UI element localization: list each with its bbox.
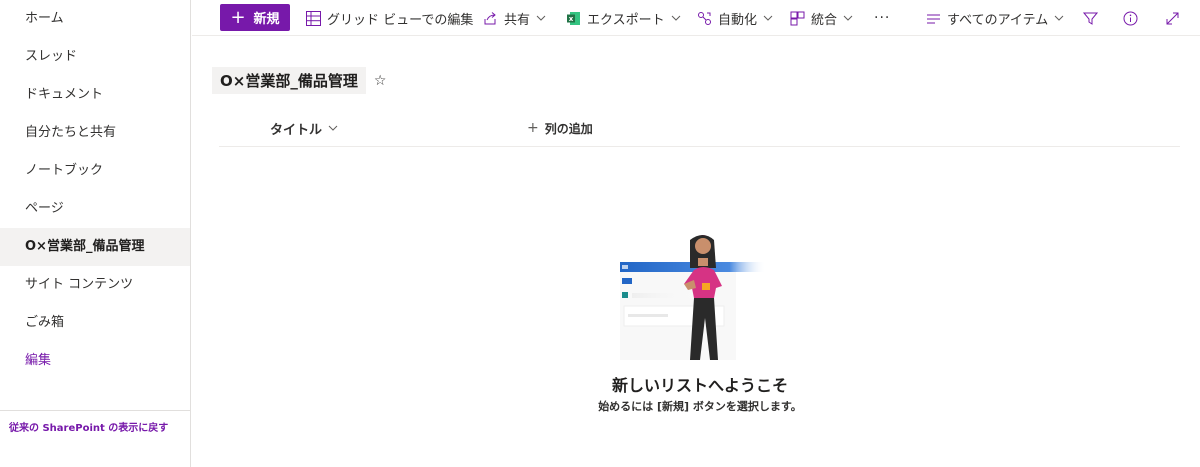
more-options-button[interactable]: ··· (874, 0, 890, 36)
command-bar: + 新規 グリッド ビューでの編集 共有 x エクスポート 自動化 統合 ···… (192, 0, 1200, 36)
chevron-down-icon (763, 15, 773, 21)
empty-list-illustration (620, 235, 766, 360)
share-button[interactable]: 共有 (482, 0, 546, 36)
list-title[interactable]: O×営業部_備品管理 (212, 67, 366, 94)
nav-item-threads[interactable]: スレッド (0, 38, 190, 76)
chevron-down-icon (843, 15, 853, 21)
export-button[interactable]: x エクスポート (565, 0, 681, 36)
column-title-label: タイトル (270, 122, 323, 138)
info-button[interactable] (1122, 0, 1144, 36)
add-column-label: 列の追加 (544, 121, 593, 136)
nav-item-shared-with-us[interactable]: 自分たちと共有 (0, 114, 190, 152)
automate-button[interactable]: 自動化 (696, 0, 773, 36)
grid-view-edit-button[interactable]: グリッド ビューでの編集 (305, 0, 473, 36)
add-column-button[interactable]: + 列の追加 (527, 112, 593, 144)
filter-icon (1082, 10, 1098, 26)
chevron-down-icon (328, 125, 338, 131)
grid-icon (305, 10, 321, 26)
left-navigation: ホーム スレッド ドキュメント 自分たちと共有 ノートブック ページ O×営業部… (0, 0, 191, 467)
view-selector-label: すべてのアイテム (947, 12, 1049, 28)
empty-state-subtext: 始めるには [新規] ボタンを選択します。 (598, 400, 802, 413)
chevron-down-icon (1054, 15, 1064, 21)
nav-item-site-contents[interactable]: サイト コンテンツ (0, 266, 190, 304)
export-label: エクスポート (587, 12, 665, 28)
favorite-star-icon[interactable]: ☆ (374, 73, 387, 89)
svg-text:x: x (568, 15, 573, 23)
column-header-title[interactable]: タイトル (270, 112, 338, 144)
view-selector[interactable]: すべてのアイテム (925, 0, 1064, 36)
integrate-icon (789, 10, 805, 26)
view-lines-icon (925, 10, 941, 26)
plus-icon: + (527, 120, 539, 136)
list-header: O×営業部_備品管理 ☆ (212, 67, 386, 94)
integrate-button[interactable]: 統合 (789, 0, 853, 36)
empty-state-heading: 新しいリストへようこそ (611, 376, 788, 395)
expand-icon (1164, 10, 1180, 26)
column-header-row: タイトル + 列の追加 (219, 112, 1180, 147)
plus-icon: + (230, 6, 246, 28)
automate-label: 自動化 (718, 12, 758, 28)
new-button[interactable]: + 新規 (220, 4, 290, 31)
nav-item-pages[interactable]: ページ (0, 190, 190, 228)
nav-item-notebook[interactable]: ノートブック (0, 152, 190, 190)
nav-item-home[interactable]: ホーム (0, 0, 190, 38)
new-button-label: 新規 (253, 12, 280, 27)
chevron-down-icon (536, 15, 546, 21)
nav-item-recycle-bin[interactable]: ごみ箱 (0, 304, 190, 342)
chevron-down-icon (671, 15, 681, 21)
info-icon (1122, 10, 1138, 26)
nav-item-documents[interactable]: ドキュメント (0, 76, 190, 114)
fullscreen-button[interactable] (1164, 0, 1186, 36)
share-icon (482, 10, 498, 26)
share-label: 共有 (504, 12, 531, 28)
excel-icon: x (565, 10, 581, 26)
filter-button[interactable] (1082, 0, 1104, 36)
nav-item-current-list[interactable]: O×営業部_備品管理 (0, 228, 190, 266)
integrate-label: 統合 (811, 12, 838, 28)
grid-view-edit-label: グリッド ビューでの編集 (327, 12, 474, 28)
automate-icon (696, 10, 712, 26)
